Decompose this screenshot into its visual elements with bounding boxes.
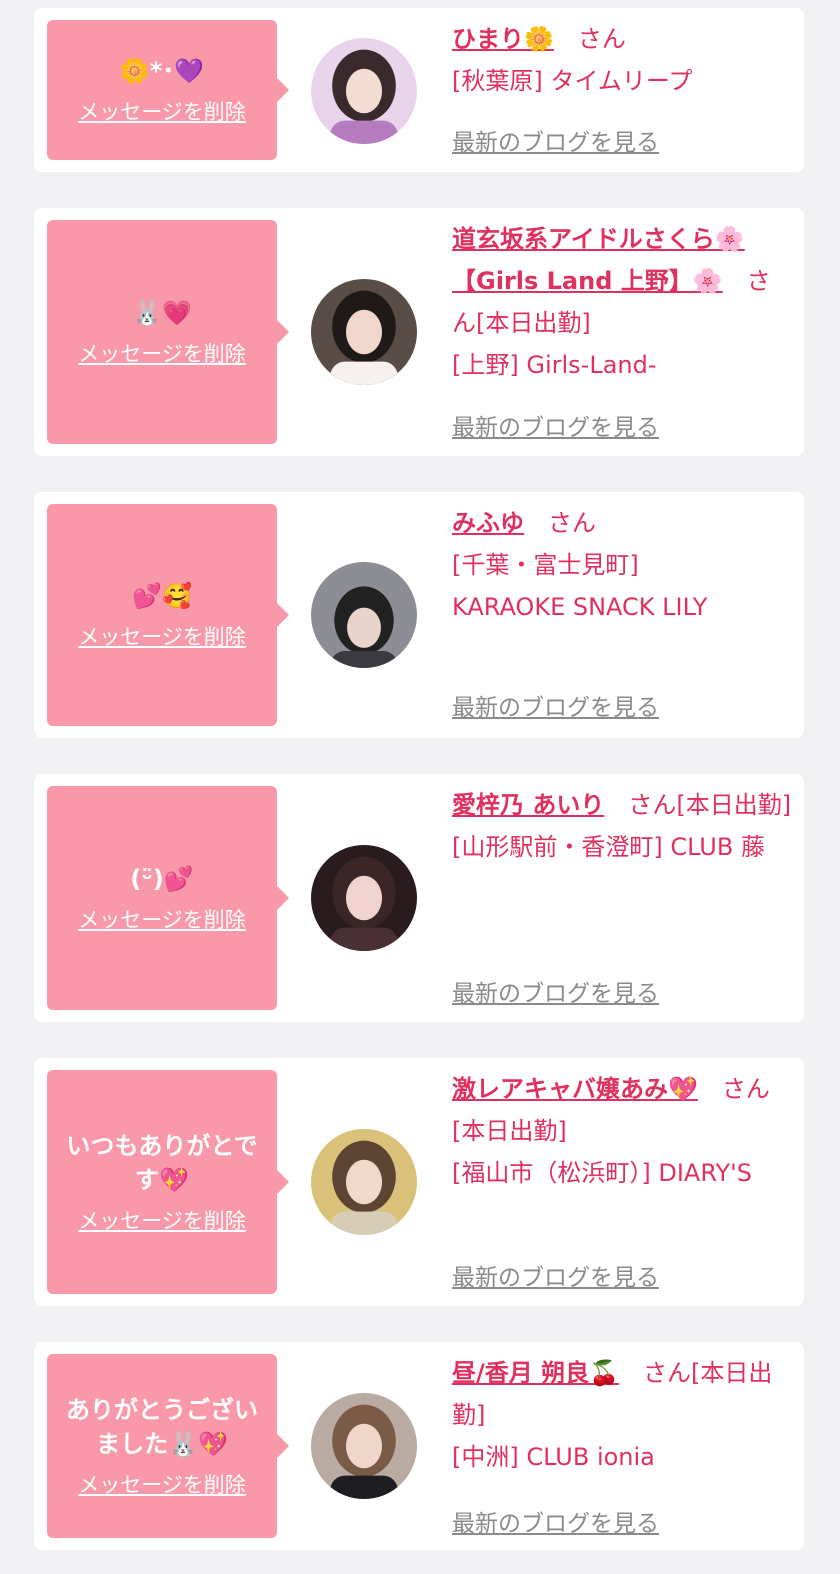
cast-info: 愛梓乃 あいり さん[本日出勤] [山形駅前・香澄町] CLUB 藤 (452, 784, 792, 868)
cast-name-link[interactable]: ひまり🌼 (452, 25, 554, 53)
favorite-card: いつもありがとです💖 メッセージを削除 激レアキャバ嬢あみ💖 さん [本日出勤] [… (34, 1058, 804, 1306)
honorific: さん (721, 1075, 770, 1103)
shop-name: [千葉・富士見町] KARAOKE SNACK LILY (452, 551, 708, 621)
message-bubble: 🐰💗 メッセージを削除 (47, 220, 289, 444)
message-bubble: 🌼*･💜 メッセージを削除 (47, 20, 289, 160)
latest-blog-link[interactable]: 最新のブログを見る (452, 688, 659, 722)
favorite-card: 🐰💗 メッセージを削除 道玄坂系アイドルさくら🌸【Girls Land 上野】🌸… (34, 208, 804, 456)
cast-info: 激レアキャバ嬢あみ💖 さん [本日出勤] [福山市（松浜町）] DIARY'S (452, 1068, 792, 1194)
cast-name-link[interactable]: 道玄坂系アイドルさくら🌸【Girls Land 上野】🌸 (452, 225, 745, 295)
message-text: いつもありがとです💖 (66, 1132, 258, 1194)
cast-info: ひまり🌼 さん [秋葉原] タイムリープ (452, 18, 792, 102)
message-text: 🐰💗 (132, 299, 192, 327)
shop-name: [中洲] CLUB ionia (452, 1443, 655, 1471)
cast-name-link[interactable]: みふゆ (452, 509, 524, 537)
cast-name-link[interactable]: 激レアキャバ嬢あみ💖 (452, 1075, 698, 1103)
message-text: 💕🥰 (132, 582, 192, 610)
work-status: [本日出勤] (676, 791, 792, 819)
honorific: さん (643, 1359, 692, 1387)
shop-name: [福山市（松浜町）] DIARY'S (452, 1159, 752, 1187)
avatar[interactable] (311, 1129, 417, 1235)
delete-message-link[interactable]: メッセージを削除 (78, 1469, 246, 1499)
cast-name-link[interactable]: 昼/香月 朔良🍒 (452, 1359, 619, 1387)
delete-message-link[interactable]: メッセージを削除 (78, 904, 246, 934)
avatar-photo (311, 1129, 417, 1235)
shop-name: [秋葉原] タイムリープ (452, 67, 693, 95)
avatar-photo (311, 562, 417, 668)
work-status: [本日出勤] (452, 1117, 567, 1145)
avatar-photo (311, 845, 417, 951)
delete-message-link[interactable]: メッセージを削除 (78, 621, 246, 651)
latest-blog-link[interactable]: 最新のブログを見る (452, 1504, 659, 1538)
work-status: [本日出勤] (476, 309, 591, 337)
honorific: さん (548, 509, 596, 537)
favorite-card: (ᵕ̈)💕 メッセージを削除 愛梓乃 あいり さん[本日出勤] [山形駅前・香澄町… (34, 774, 804, 1022)
shop-name: [上野] Girls-Land- (452, 351, 657, 379)
avatar[interactable] (311, 845, 417, 951)
latest-blog-link[interactable]: 最新のブログを見る (452, 408, 659, 442)
favorite-card: 💕🥰 メッセージを削除 みふゆ さん [千葉・富士見町] KARAOKE SNAC… (34, 492, 804, 738)
message-bubble: 💕🥰 メッセージを削除 (47, 504, 289, 726)
message-bubble: ありがとうございました🐰💖 メッセージを削除 (47, 1354, 289, 1538)
avatar[interactable] (311, 38, 417, 144)
honorific: さん (577, 25, 626, 53)
latest-blog-link[interactable]: 最新のブログを見る (452, 974, 659, 1008)
favorite-card: 🌼*･💜 メッセージを削除 ひまり🌼 さん [秋葉原] タイムリープ 最新のブログ… (34, 8, 804, 172)
avatar-photo (311, 279, 417, 385)
message-bubble: いつもありがとです💖 メッセージを削除 (47, 1070, 289, 1294)
delete-message-link[interactable]: メッセージを削除 (78, 96, 246, 126)
honorific: さん (628, 791, 677, 819)
avatar-photo (311, 1393, 417, 1499)
cast-name-link[interactable]: 愛梓乃 あいり (452, 791, 604, 819)
cast-info: みふゆ さん [千葉・富士見町] KARAOKE SNACK LILY (452, 502, 752, 628)
delete-message-link[interactable]: メッセージを削除 (78, 338, 246, 368)
shop-name: [山形駅前・香澄町] CLUB 藤 (452, 833, 765, 861)
latest-blog-link[interactable]: 最新のブログを見る (452, 123, 659, 157)
avatar[interactable] (311, 1393, 417, 1499)
latest-blog-link[interactable]: 最新のブログを見る (452, 1258, 659, 1292)
message-text: (ᵕ̈)💕 (130, 865, 194, 893)
avatar[interactable] (311, 562, 417, 668)
avatar-photo (311, 38, 417, 144)
message-text: 🌼*･💜 (119, 57, 205, 85)
message-bubble: (ᵕ̈)💕 メッセージを削除 (47, 786, 289, 1010)
favorite-card: ありがとうございました🐰💖 メッセージを削除 昼/香月 朔良🍒 さん[本日出勤] … (34, 1342, 804, 1550)
avatar[interactable] (311, 279, 417, 385)
delete-message-link[interactable]: メッセージを削除 (78, 1205, 246, 1235)
cast-info: 道玄坂系アイドルさくら🌸【Girls Land 上野】🌸 さん[本日出勤] [上野… (452, 218, 792, 386)
message-text: ありがとうございました🐰💖 (66, 1396, 258, 1458)
cast-info: 昼/香月 朔良🍒 さん[本日出勤] [中洲] CLUB ionia (452, 1352, 792, 1478)
